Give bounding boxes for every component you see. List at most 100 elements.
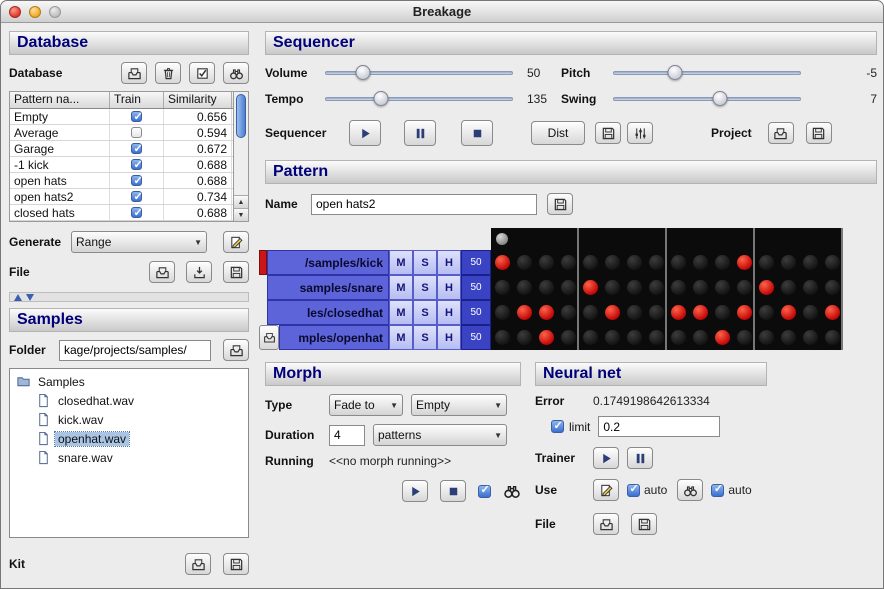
pitch-slider-thumb[interactable] [668, 65, 683, 80]
step-cell[interactable] [689, 275, 711, 300]
step-cell[interactable] [733, 300, 755, 325]
step-cell[interactable] [623, 250, 645, 275]
step-cell[interactable] [777, 250, 799, 275]
scroll-up-arrow[interactable]: ▲ [234, 195, 248, 208]
table-scrollbar[interactable]: ▲ ▼ [233, 92, 248, 221]
solo-button[interactable]: S [413, 300, 437, 325]
track-name[interactable]: /samples/kick [267, 250, 389, 275]
table-row[interactable]: closed hats0.688 [10, 205, 233, 221]
tree-item[interactable]: closedhat.wav [12, 391, 246, 410]
timeline-cell[interactable] [623, 228, 645, 250]
tree-root[interactable]: Samples [12, 372, 246, 391]
step-cell[interactable] [777, 300, 799, 325]
tree-item[interactable]: snare.wav [12, 448, 246, 467]
table-row[interactable]: open hats0.688 [10, 173, 233, 189]
step-cell[interactable] [491, 275, 513, 300]
step-cell[interactable] [535, 250, 557, 275]
step-cell[interactable] [491, 250, 513, 275]
morph-find-button[interactable] [503, 482, 521, 500]
step-cell[interactable] [557, 300, 579, 325]
mute-button[interactable]: M [389, 275, 413, 300]
database-open-button[interactable] [121, 62, 147, 84]
step-cell[interactable] [579, 250, 601, 275]
train-checkbox[interactable] [131, 191, 142, 202]
mute-button[interactable]: M [389, 250, 413, 275]
step-cell[interactable] [557, 250, 579, 275]
swing-slider[interactable] [613, 90, 801, 108]
mute-button[interactable]: M [389, 300, 413, 325]
column-pattern-name[interactable]: Pattern na... [10, 92, 110, 108]
step-cell[interactable] [513, 250, 535, 275]
project-open-button[interactable] [768, 122, 794, 144]
play-button[interactable] [349, 120, 381, 146]
timeline-cell[interactable] [557, 228, 579, 250]
table-row[interactable]: Average0.594 [10, 125, 233, 141]
split-pane-divider[interactable] [9, 292, 249, 302]
step-cell[interactable] [601, 325, 623, 350]
trainer-pause-button[interactable] [627, 447, 653, 469]
step-cell[interactable] [535, 325, 557, 350]
timeline-cell[interactable] [579, 228, 601, 250]
folder-open-button[interactable] [223, 339, 249, 361]
step-cell[interactable] [491, 300, 513, 325]
step-cell[interactable] [777, 275, 799, 300]
step-cell[interactable] [821, 275, 843, 300]
split-collapse-down-icon[interactable] [26, 294, 34, 301]
step-cell[interactable] [711, 250, 733, 275]
step-cell[interactable] [535, 300, 557, 325]
database-delete-button[interactable] [155, 62, 181, 84]
use-find-button[interactable] [677, 479, 703, 501]
neural-file-open-button[interactable] [593, 513, 619, 535]
step-cell[interactable] [601, 275, 623, 300]
step-cell[interactable] [645, 300, 667, 325]
limit-input[interactable] [598, 416, 720, 437]
step-cell[interactable] [579, 325, 601, 350]
track-velocity[interactable]: 50 [461, 325, 491, 350]
timeline-cell[interactable] [799, 228, 821, 250]
step-cell[interactable] [799, 325, 821, 350]
step-cell[interactable] [755, 325, 777, 350]
timeline-cell[interactable] [513, 228, 535, 250]
step-cell[interactable] [799, 300, 821, 325]
track-load-button[interactable] [259, 325, 279, 350]
hold-button[interactable]: H [437, 275, 461, 300]
step-cell[interactable] [689, 300, 711, 325]
track-name[interactable]: mples/openhat [279, 325, 389, 350]
track-velocity[interactable]: 50 [461, 275, 491, 300]
split-collapse-up-icon[interactable] [14, 294, 22, 301]
track-name[interactable]: samples/snare [267, 275, 389, 300]
morph-target-combo[interactable]: Empty ▼ [411, 394, 507, 416]
timeline-cell[interactable] [711, 228, 733, 250]
step-cell[interactable] [667, 300, 689, 325]
dist-save-button[interactable] [595, 122, 621, 144]
track-velocity[interactable]: 50 [461, 250, 491, 275]
step-cell[interactable] [513, 275, 535, 300]
kit-save-button[interactable] [223, 553, 249, 575]
timeline-cell[interactable] [777, 228, 799, 250]
database-select-button[interactable] [189, 62, 215, 84]
table-row[interactable]: open hats20.734 [10, 189, 233, 205]
tree-item[interactable]: kick.wav [12, 410, 246, 429]
timeline-cell[interactable] [535, 228, 557, 250]
kit-open-button[interactable] [185, 553, 211, 575]
column-train[interactable]: Train [110, 92, 164, 108]
step-cell[interactable] [645, 325, 667, 350]
train-checkbox[interactable] [131, 127, 142, 138]
step-cell[interactable] [799, 275, 821, 300]
step-cell[interactable] [711, 325, 733, 350]
pause-button[interactable] [404, 120, 436, 146]
step-cell[interactable] [733, 275, 755, 300]
step-cell[interactable] [667, 325, 689, 350]
step-cell[interactable] [755, 275, 777, 300]
step-cell[interactable] [821, 325, 843, 350]
use-auto-checkbox-1[interactable] [627, 484, 640, 497]
timeline-cell[interactable] [667, 228, 689, 250]
step-cell[interactable] [733, 325, 755, 350]
tempo-slider[interactable] [325, 90, 513, 108]
step-cell[interactable] [623, 300, 645, 325]
trainer-play-button[interactable] [593, 447, 619, 469]
table-row[interactable]: -1 kick0.688 [10, 157, 233, 173]
use-edit-button[interactable] [593, 479, 619, 501]
tempo-slider-thumb[interactable] [374, 91, 389, 106]
solo-button[interactable]: S [413, 275, 437, 300]
